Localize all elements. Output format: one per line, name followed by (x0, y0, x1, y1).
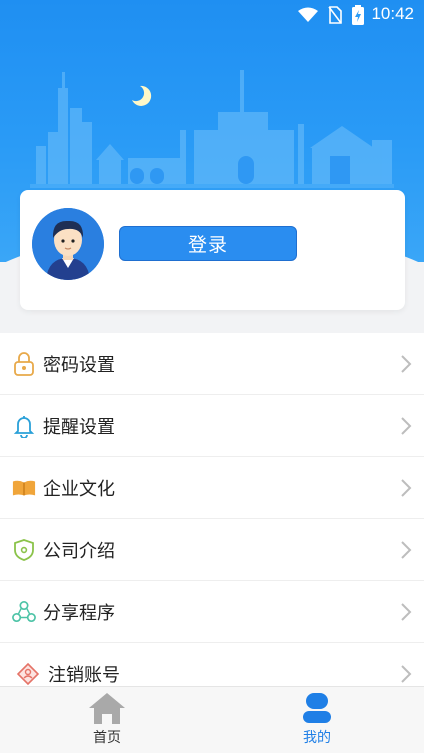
bell-icon (12, 414, 36, 438)
menu-item-company-intro[interactable]: 公司介绍 (0, 519, 424, 581)
no-sim-icon (328, 6, 342, 24)
avatar-person-icon (32, 208, 104, 280)
chevron-right-icon (401, 540, 412, 559)
chevron-right-icon (401, 354, 412, 373)
shield-icon (12, 538, 36, 562)
chevron-right-icon (401, 416, 412, 435)
menu-item-label: 企业文化 (43, 478, 115, 500)
menu-item-label: 注销账号 (48, 664, 120, 686)
screen: 10:42 登录 密码设置 提醒设置 企业文化 公司介绍 分享程序 注销账号 首… (0, 0, 424, 753)
tab-home[interactable]: 首页 (47, 687, 167, 753)
book-icon (12, 476, 36, 500)
menu-item-label: 密码设置 (43, 354, 115, 376)
chevron-right-icon (401, 602, 412, 621)
profile-card: 登录 (20, 190, 405, 310)
bottom-navigation: 首页 我的 (0, 686, 424, 753)
wifi-icon (298, 7, 318, 22)
status-bar: 10:42 (0, 0, 424, 28)
home-icon (87, 690, 127, 726)
status-time: 10:42 (371, 4, 414, 23)
tab-mine[interactable]: 我的 (257, 687, 377, 753)
menu-item-password-settings[interactable]: 密码设置 (0, 333, 424, 395)
battery-charging-icon (352, 5, 364, 25)
city-skyline-illustration (30, 70, 394, 188)
lock-icon (12, 351, 36, 376)
tab-mine-label: 我的 (303, 730, 331, 746)
menu-item-share-app[interactable]: 分享程序 (0, 581, 424, 643)
user-icon (297, 690, 337, 726)
login-button[interactable]: 登录 (119, 226, 297, 261)
account-cancel-icon (16, 662, 40, 686)
menu-item-label: 提醒设置 (43, 416, 115, 438)
menu-item-label: 分享程序 (43, 602, 115, 624)
tab-home-label: 首页 (93, 730, 121, 746)
menu-item-label: 公司介绍 (43, 540, 115, 562)
menu-item-reminder-settings[interactable]: 提醒设置 (0, 395, 424, 457)
share-icon (12, 600, 36, 624)
avatar[interactable] (32, 208, 104, 280)
menu-item-corporate-culture[interactable]: 企业文化 (0, 457, 424, 519)
chevron-right-icon (401, 664, 412, 683)
settings-menu: 密码设置 提醒设置 企业文化 公司介绍 分享程序 注销账号 (0, 333, 424, 705)
chevron-right-icon (401, 478, 412, 497)
